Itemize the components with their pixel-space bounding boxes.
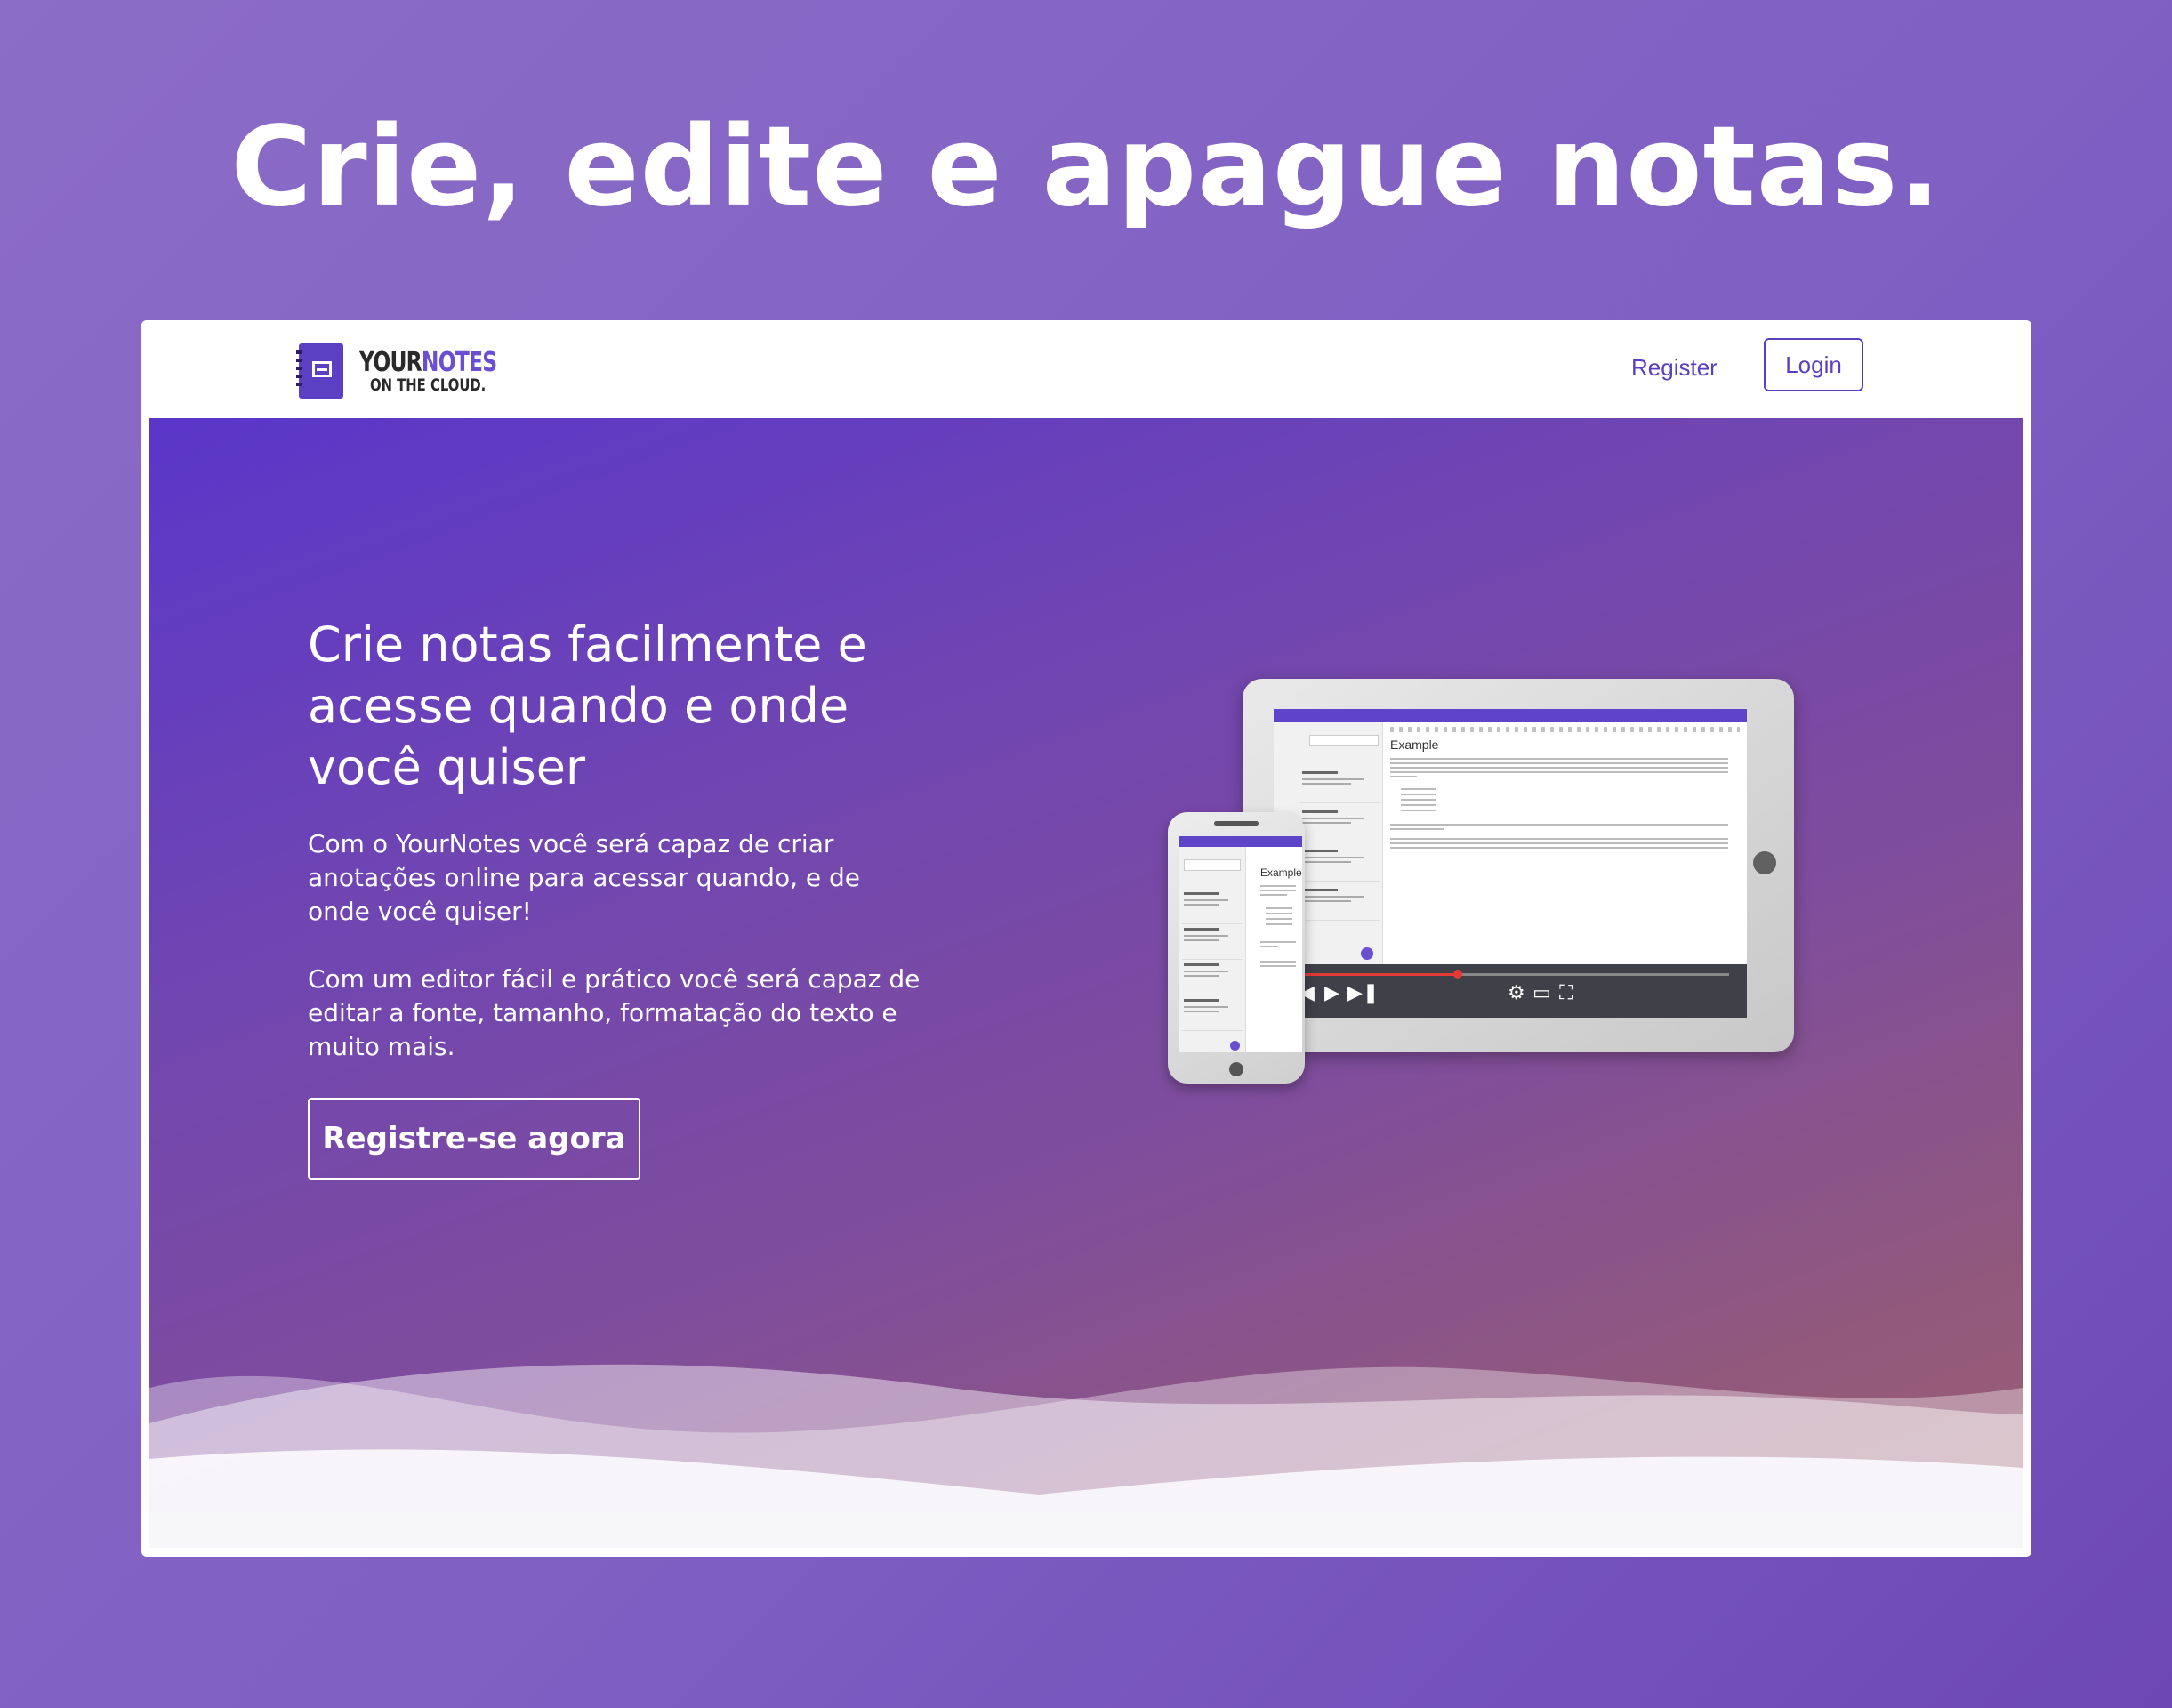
fullscreen-icon: ⛶ [1559, 982, 1573, 1004]
decorative-waves [149, 1364, 2023, 1548]
theater-mode-icon: ▭ [1532, 982, 1551, 1004]
editor-toolbar [1390, 727, 1740, 732]
note-item [1300, 808, 1380, 842]
hero-section: Crie notas facilmente e acesse quando e … [149, 418, 2023, 1548]
phone-search-box [1184, 859, 1241, 871]
page-headline: Crie, edite e apague notas. [230, 103, 1942, 231]
navbar: YOURNOTES ON THE CLOUD. Register Login [141, 320, 2031, 418]
play-icon: ▶ [1324, 982, 1339, 1004]
tablet-home-button [1753, 851, 1776, 874]
gear-icon: ⚙ [1508, 982, 1525, 1004]
register-now-button[interactable]: Registre-se agora [308, 1098, 640, 1180]
editor-heading: Example [1390, 737, 1439, 752]
hero-description-2: Com um editor fácil e prático você será … [308, 964, 921, 1061]
logo-notes-text: NOTES [421, 347, 497, 378]
phone-speaker [1214, 821, 1259, 826]
add-note-icon [1361, 947, 1373, 960]
notebook-icon [296, 343, 343, 399]
video-player-controls: ◀ ▶ ▶❚ ⚙ ▭ ⛶ [1299, 964, 1747, 1018]
video-progress-bar [1305, 970, 1729, 979]
note-item [1300, 886, 1380, 921]
hero-description-1: Com o YourNotes você será capaz de criar… [308, 829, 861, 926]
note-item [1182, 996, 1243, 1031]
skip-next-icon: ▶❚ [1347, 982, 1380, 1004]
tablet-mockup: Example ◀ ▶ ▶❚ ⚙ ▭ ⛶ [1243, 679, 1794, 1052]
note-item [1300, 847, 1380, 882]
add-note-icon [1230, 1041, 1240, 1051]
note-item [1182, 890, 1243, 924]
note-item [1300, 769, 1380, 803]
yournotes-logo[interactable]: YOURNOTES ON THE CLOUD. [296, 343, 497, 399]
logo-tagline: ON THE CLOUD. [370, 375, 487, 395]
app-search-box [1309, 735, 1379, 746]
note-item [1182, 961, 1243, 995]
logo-your-text: YOUR [359, 347, 422, 378]
logo-wordmark: YOURNOTES [359, 347, 497, 378]
login-button[interactable]: Login [1764, 338, 1863, 391]
phone-home-button [1229, 1062, 1243, 1076]
note-item [1182, 925, 1243, 960]
phone-screen: Example [1179, 836, 1302, 1052]
phone-app-sidebar [1179, 847, 1246, 1052]
phone-app-topbar [1179, 836, 1302, 847]
app-topbar [1274, 709, 1747, 722]
app-editor: Example [1383, 722, 1747, 964]
phone-mockup: Example [1168, 812, 1305, 1084]
phone-editor-heading: Example [1260, 866, 1302, 879]
hero-title: Crie notas facilmente e acesse quando e … [308, 616, 867, 795]
browser-frame: YOURNOTES ON THE CLOUD. Register Login C… [141, 320, 2031, 1557]
tablet-screen: Example ◀ ▶ ▶❚ ⚙ ▭ ⛶ [1274, 709, 1747, 1018]
register-link[interactable]: Register [1631, 354, 1717, 382]
